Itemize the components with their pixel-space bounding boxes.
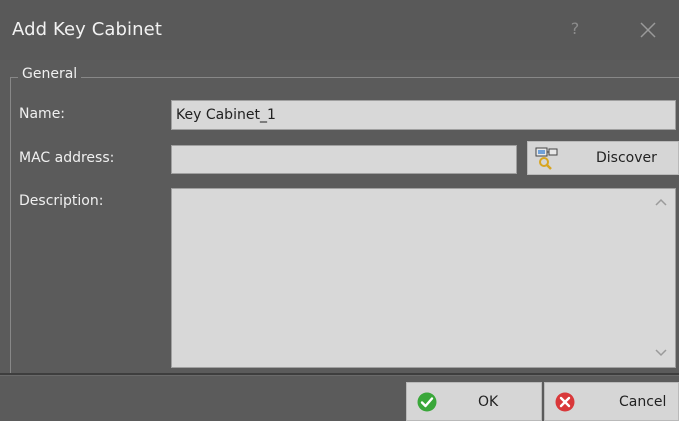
x-circle-icon <box>555 392 575 412</box>
group-box-left-border <box>10 77 11 373</box>
check-circle-icon <box>417 392 437 412</box>
name-input[interactable] <box>171 100 676 130</box>
dialog-title: Add Key Cabinet <box>12 19 162 40</box>
cancel-button-label: Cancel <box>619 394 667 410</box>
description-textarea[interactable] <box>171 188 676 368</box>
discover-button-label: Discover <box>596 150 657 166</box>
close-icon <box>640 22 656 38</box>
button-bar-separator-highlight <box>0 375 679 376</box>
scroll-down-icon[interactable] <box>655 348 667 358</box>
discover-button[interactable]: Discover <box>527 141 679 175</box>
ok-button[interactable]: OK <box>406 382 542 421</box>
mac-address-label: MAC address: <box>19 150 115 166</box>
close-button[interactable] <box>634 16 662 44</box>
group-box-border <box>10 77 679 78</box>
help-icon: ? <box>570 19 580 38</box>
description-scrollbar[interactable] <box>648 190 674 366</box>
group-title-general: General <box>18 66 82 82</box>
help-button[interactable]: ? <box>563 16 587 42</box>
scroll-up-icon[interactable] <box>655 197 667 207</box>
mac-address-input[interactable] <box>171 145 517 174</box>
network-search-icon <box>535 147 558 170</box>
ok-button-label: OK <box>478 394 499 410</box>
dialog-title-bar: Add Key Cabinet ? <box>0 0 679 60</box>
cancel-button[interactable]: Cancel <box>544 382 679 421</box>
description-label: Description: <box>19 193 104 209</box>
name-label: Name: <box>19 106 66 122</box>
